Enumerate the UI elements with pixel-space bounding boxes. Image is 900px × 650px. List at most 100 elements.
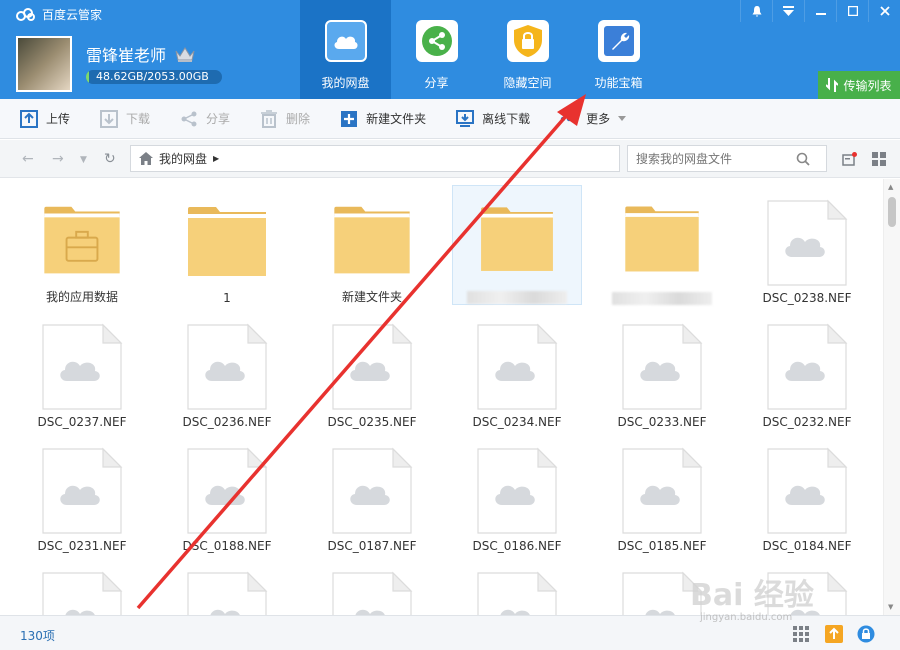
more-dots-icon xyxy=(560,116,578,121)
minimize-icon[interactable] xyxy=(804,0,836,22)
folder-item[interactable]: 我的应用数据 xyxy=(17,185,147,305)
breadcrumb-my-disk[interactable]: 我的网盘 xyxy=(159,150,207,167)
download-label: 下载 xyxy=(126,112,151,126)
main-nav-tabs: 我的网盘 分享 隐藏空间 功能宝箱 xyxy=(300,0,664,99)
back-arrow-icon[interactable]: ← xyxy=(22,151,34,167)
user-name-area[interactable]: 雷锋崔老师 xyxy=(86,42,196,66)
baidu-cloud-logo-icon xyxy=(16,7,35,21)
close-icon[interactable] xyxy=(868,0,900,22)
file-icon xyxy=(332,447,413,534)
offline-download-button[interactable]: 离线下载 xyxy=(456,109,531,128)
file-name: 新建文件夹 xyxy=(341,290,402,304)
share-button[interactable]: 分享 xyxy=(180,110,230,128)
tab-share[interactable]: 分享 xyxy=(391,0,482,99)
file-icon xyxy=(42,447,123,534)
vertical-scrollbar[interactable]: ▲ ▼ xyxy=(883,179,900,615)
item-count: 130项 xyxy=(20,629,55,643)
lock-status-icon[interactable] xyxy=(857,625,875,643)
folder-item[interactable]: 新建文件夹 xyxy=(307,185,437,305)
baidu-watermark-url: jingyan.baidu.com xyxy=(700,612,793,623)
tab-toolbox[interactable]: 功能宝箱 xyxy=(573,0,664,99)
baidu-watermark: Bai 经验 xyxy=(690,578,814,613)
tab-toolbox-label: 功能宝箱 xyxy=(594,76,643,90)
quota-text: 48.62GB/2053.00GB xyxy=(96,70,209,83)
grid-view-icon[interactable] xyxy=(872,152,886,166)
avatar[interactable] xyxy=(16,36,72,92)
file-item[interactable] xyxy=(307,557,437,615)
file-item[interactable]: DSC_0233.NEF xyxy=(597,309,727,429)
menu-icon[interactable] xyxy=(772,0,804,22)
quota-bar: 48.62GB/2053.00GB xyxy=(86,70,222,84)
delete-button[interactable]: 删除 xyxy=(260,109,310,128)
file-item[interactable]: DSC_0231.NEF xyxy=(17,433,147,553)
folder-icon xyxy=(481,207,553,271)
chevron-down-icon xyxy=(618,116,627,121)
blurred-name xyxy=(467,291,567,304)
download-button[interactable]: 下载 xyxy=(100,109,151,128)
folder-item[interactable] xyxy=(597,185,727,305)
file-name: DSC_0238.NEF xyxy=(762,291,852,305)
file-icon xyxy=(477,447,558,534)
file-item[interactable]: DSC_0234.NEF xyxy=(452,309,582,429)
file-item[interactable]: DSC_0236.NEF xyxy=(162,309,292,429)
scroll-down-icon[interactable]: ▼ xyxy=(888,603,893,611)
trash-icon xyxy=(261,109,278,128)
home-icon xyxy=(139,152,153,165)
tab-my-disk[interactable]: 我的网盘 xyxy=(300,0,391,99)
scrollbar-thumb[interactable] xyxy=(888,197,896,227)
address-bar: ← → ▼ ↻ 我的网盘 ▶ xyxy=(0,140,900,178)
toolbar: 上传 下载 分享 删除 新建文件夹 离线下载 更多 xyxy=(0,99,900,139)
file-item[interactable]: DSC_0235.NEF xyxy=(307,309,437,429)
upload-status-icon[interactable] xyxy=(825,625,843,643)
cloud-icon xyxy=(324,20,367,62)
notify-icon[interactable] xyxy=(740,0,772,22)
new-folder-label: 新建文件夹 xyxy=(366,112,427,126)
file-item[interactable] xyxy=(162,557,292,615)
breadcrumb-chevron-icon[interactable]: ▶ xyxy=(213,154,219,163)
transfer-list-label: 传输列表 xyxy=(843,78,892,93)
crown-icon xyxy=(175,47,195,62)
forward-arrow-icon[interactable]: → xyxy=(52,151,64,167)
notification-icon[interactable] xyxy=(842,152,857,166)
more-label: 更多 xyxy=(586,112,611,126)
new-folder-button[interactable]: 新建文件夹 xyxy=(340,110,426,128)
file-item[interactable]: DSC_0184.NEF xyxy=(742,433,872,553)
file-item[interactable] xyxy=(17,557,147,615)
search-icon[interactable] xyxy=(796,152,810,166)
file-name: DSC_0232.NEF xyxy=(762,415,852,429)
tab-hidden-space[interactable]: 隐藏空间 xyxy=(482,0,573,99)
tab-hidden-space-label: 隐藏空间 xyxy=(503,76,552,90)
share-small-icon xyxy=(181,111,197,126)
file-item[interactable]: DSC_0237.NEF xyxy=(17,309,147,429)
file-name: DSC_0185.NEF xyxy=(617,539,707,553)
folder-item[interactable] xyxy=(452,185,582,305)
search-input[interactable] xyxy=(636,151,796,166)
quota-fill xyxy=(86,70,90,84)
tab-my-disk-label: 我的网盘 xyxy=(321,76,370,90)
file-item[interactable]: DSC_0187.NEF xyxy=(307,433,437,553)
scroll-up-icon[interactable]: ▲ xyxy=(888,183,893,191)
file-item[interactable]: DSC_0238.NEF xyxy=(742,185,872,305)
share-icon xyxy=(415,20,458,62)
file-item[interactable] xyxy=(452,557,582,615)
more-button[interactable]: 更多 xyxy=(560,110,627,127)
file-name: DSC_0187.NEF xyxy=(327,539,417,553)
maximize-icon[interactable] xyxy=(836,0,868,22)
file-item[interactable]: DSC_0188.NEF xyxy=(162,433,292,553)
thumbnail-view-icon[interactable] xyxy=(793,626,809,642)
transfer-icon xyxy=(826,78,839,92)
upload-button[interactable]: 上传 xyxy=(20,109,70,128)
refresh-icon[interactable]: ↻ xyxy=(104,151,116,167)
offline-download-label: 离线下载 xyxy=(482,112,531,126)
file-grid: 我的应用数据 1 新建文件夹 DSC_0238.NEF DSC_0237.NEF… xyxy=(0,179,883,615)
file-icon xyxy=(42,323,123,410)
file-icon xyxy=(187,323,268,410)
file-item[interactable]: DSC_0232.NEF xyxy=(742,309,872,429)
path-field[interactable]: 我的网盘 ▶ xyxy=(130,145,620,172)
file-item[interactable]: DSC_0185.NEF xyxy=(597,433,727,553)
transfer-list-button[interactable]: 传输列表 xyxy=(818,71,900,99)
history-dropdown-icon[interactable]: ▼ xyxy=(80,155,87,165)
folder-item[interactable]: 1 xyxy=(162,185,292,305)
file-item[interactable]: DSC_0186.NEF xyxy=(452,433,582,553)
file-name: DSC_0234.NEF xyxy=(472,415,562,429)
